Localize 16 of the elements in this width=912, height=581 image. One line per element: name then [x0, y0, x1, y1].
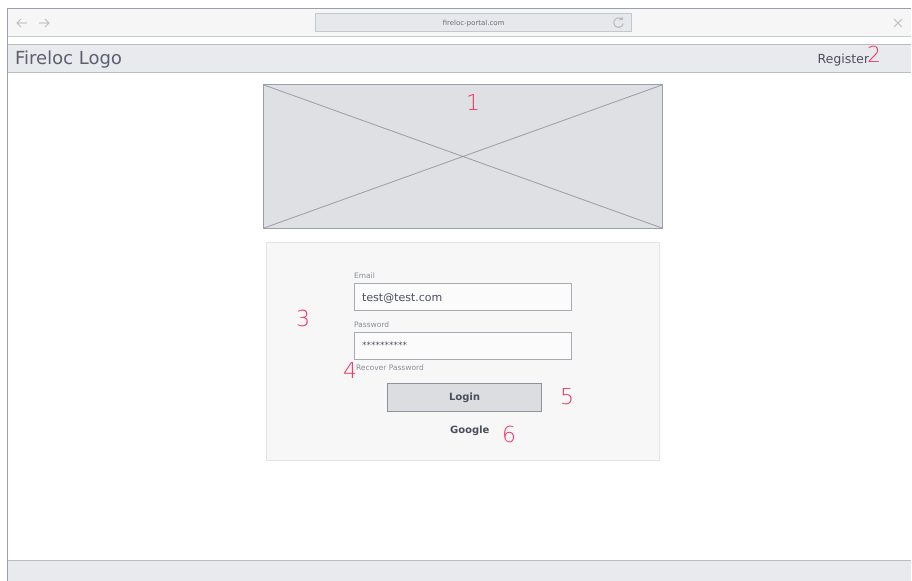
annotation-number: 4 — [343, 361, 357, 383]
close-icon[interactable] — [893, 18, 903, 28]
forward-icon[interactable] — [38, 18, 50, 28]
annotation-number: 6 — [502, 425, 516, 447]
logo: Fireloc Logo — [15, 48, 122, 69]
password-field[interactable]: ********** — [354, 332, 572, 360]
annotation-number: 5 — [560, 387, 574, 409]
login-button[interactable]: Login — [387, 383, 542, 412]
google-link[interactable]: Google — [450, 425, 490, 436]
annotation-number: 2 — [867, 45, 881, 67]
annotation-number: 1 — [466, 93, 480, 115]
email-field[interactable]: test@test.com — [354, 283, 572, 311]
annotation-number: 3 — [296, 309, 310, 331]
reload-icon[interactable] — [612, 16, 625, 29]
back-icon[interactable] — [16, 18, 28, 28]
register-link[interactable]: Register — [818, 51, 869, 66]
